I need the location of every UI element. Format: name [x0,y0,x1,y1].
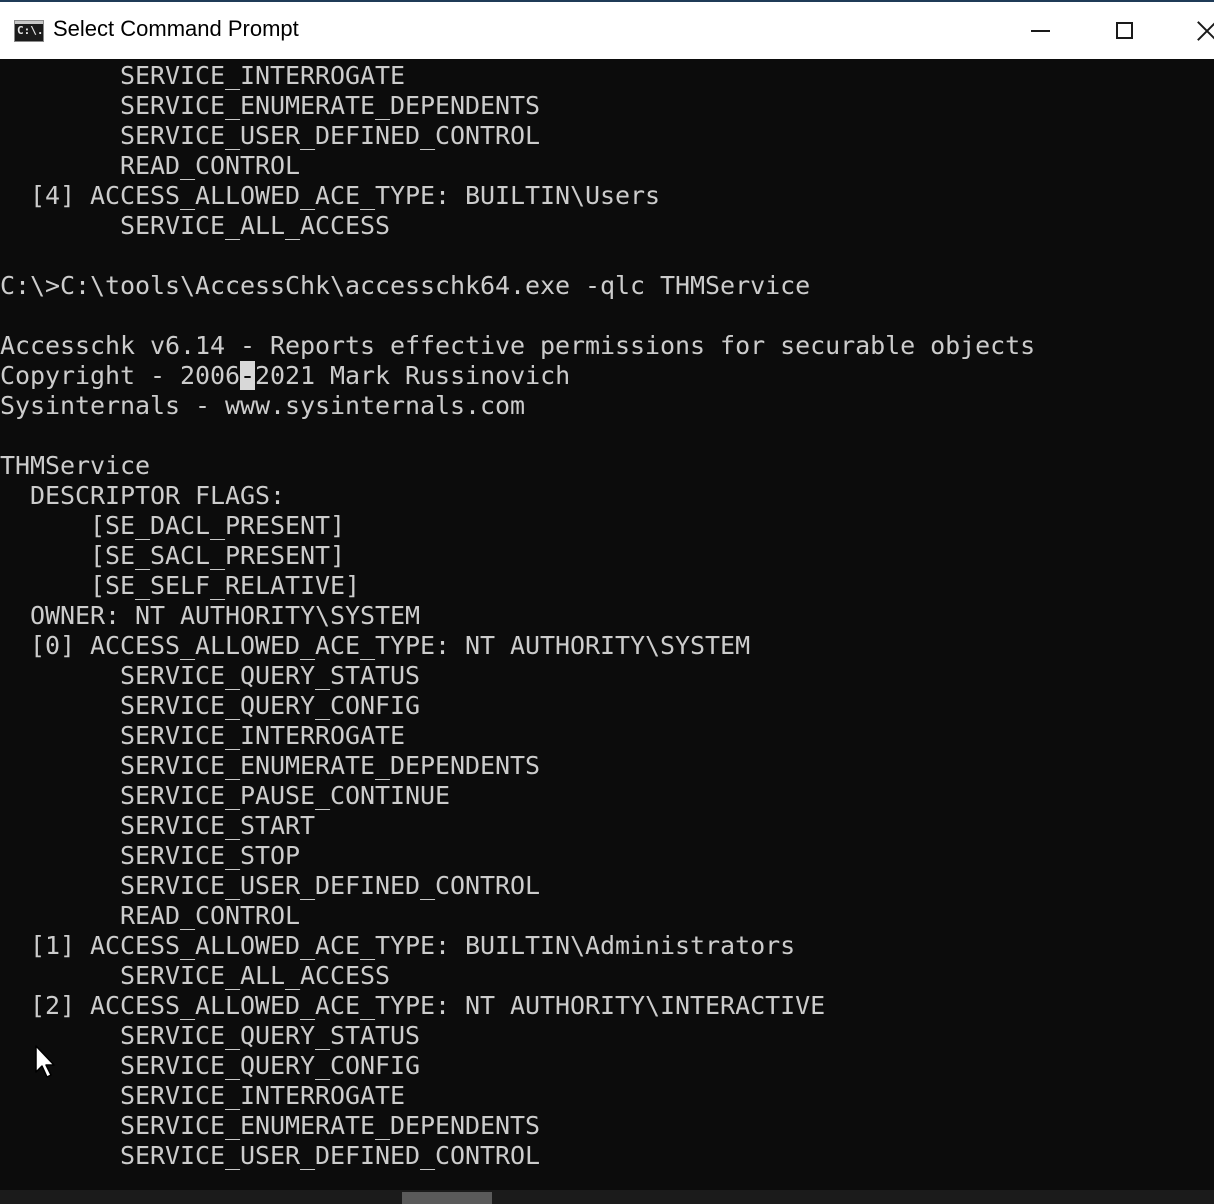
console-line: THMService [0,451,151,480]
scrollbar-thumb[interactable] [402,1192,492,1204]
console-line: SERVICE_USER_DEFINED_CONTROL [0,121,541,150]
console-line: SERVICE_USER_DEFINED_CONTROL [0,1141,541,1170]
console-line: SERVICE_ENUMERATE_DEPENDENTS [0,751,541,780]
console-line: [0] ACCESS_ALLOWED_ACE_TYPE: NT AUTHORIT… [0,631,751,660]
maximize-icon [1115,22,1133,39]
console-line: READ_CONTROL [0,901,301,930]
maximize-button[interactable] [1084,2,1164,59]
console-line: SERVICE_ALL_ACCESS [0,211,391,240]
console-line: SERVICE_INTERROGATE [0,61,406,90]
cmd-icon[interactable]: C:\. [14,20,44,42]
console-line: OWNER: NT AUTHORITY\SYSTEM [0,601,421,630]
console-line: C:\>C:\tools\AccessChk\accesschk64.exe -… [0,271,811,300]
command-prompt-window: C:\. Select Command Prompt SERVICE_INTER… [0,0,1214,1204]
console-line: Sysinternals - www.sysinternals.com [0,391,526,420]
console-line: [SE_DACL_PRESENT] [0,511,346,540]
console-line: SERVICE_START [0,811,316,840]
close-icon [1196,20,1214,42]
close-button[interactable] [1170,2,1214,59]
console-line: [4] ACCESS_ALLOWED_ACE_TYPE: BUILTIN\Use… [0,181,661,210]
console-line: SERVICE_STOP [0,841,301,870]
horizontal-scrollbar[interactable] [0,1190,1214,1204]
console-line: SERVICE_QUERY_STATUS [0,1021,421,1050]
selection-caret: - [240,361,256,390]
console-output-area[interactable]: SERVICE_INTERROGATE SERVICE_ENUMERATE_DE… [0,59,1214,1190]
console-lines: SERVICE_INTERROGATE SERVICE_ENUMERATE_DE… [0,61,1035,1171]
console-line: [SE_SELF_RELATIVE] [0,571,361,600]
console-line: [1] ACCESS_ALLOWED_ACE_TYPE: BUILTIN\Adm… [0,931,796,960]
console-line: [SE_SACL_PRESENT] [0,541,346,570]
console-line: SERVICE_ENUMERATE_DEPENDENTS [0,91,541,120]
title-bar[interactable]: C:\. Select Command Prompt [0,2,1214,59]
console-line: SERVICE_QUERY_STATUS [0,661,421,690]
console-line: [2] ACCESS_ALLOWED_ACE_TYPE: NT AUTHORIT… [0,991,826,1020]
console-line: SERVICE_QUERY_CONFIG [0,691,421,720]
console-line: SERVICE_ALL_ACCESS [0,961,391,990]
mouse-pointer-icon [35,1045,55,1078]
console-line: DESCRIPTOR FLAGS: [0,481,286,510]
console-line: SERVICE_USER_DEFINED_CONTROL [0,871,541,900]
window-title: Select Command Prompt [53,16,299,41]
console-line: SERVICE_INTERROGATE [0,1081,406,1110]
console-line: SERVICE_PAUSE_CONTINUE [0,781,451,810]
console-line: SERVICE_QUERY_CONFIG [0,1051,421,1080]
console-line: Accesschk v6.14 - Reports effective perm… [0,331,1036,360]
minimize-button[interactable] [1000,2,1080,59]
console-line: Copyright - 2006-2021 Mark Russinovich [0,361,571,390]
console-line: READ_CONTROL [0,151,301,180]
console-line: SERVICE_ENUMERATE_DEPENDENTS [0,1111,541,1140]
console-line: SERVICE_INTERROGATE [0,721,406,750]
minimize-icon [1030,29,1050,32]
